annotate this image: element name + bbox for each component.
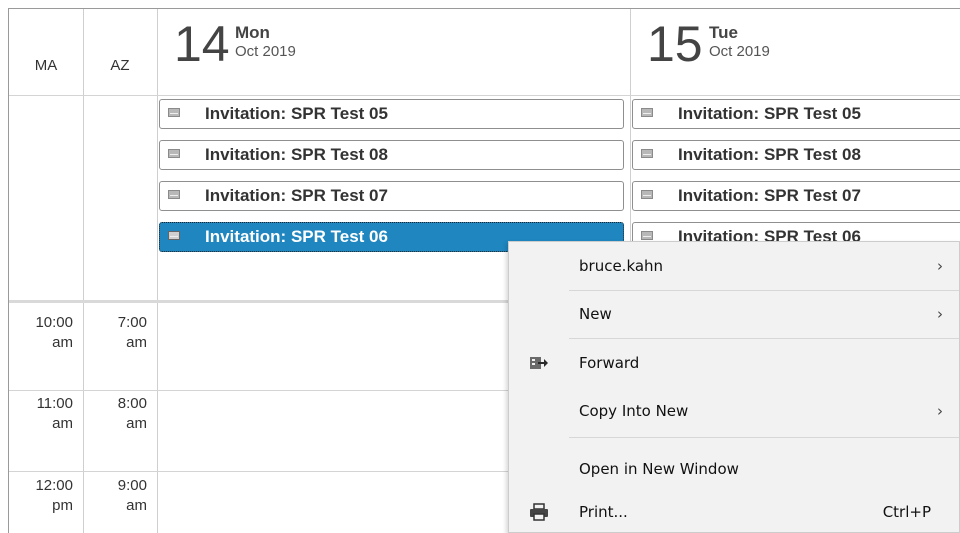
day-name: Mon — [235, 23, 270, 42]
menu-item-label: New — [579, 305, 612, 323]
timezone-label-ma: MA — [34, 57, 58, 74]
column-divider — [157, 9, 158, 533]
menu-item-new[interactable]: New › — [509, 294, 959, 334]
event-label: Invitation: SPR Test 06 — [205, 227, 388, 246]
menu-separator — [569, 290, 959, 291]
mail-icon — [641, 149, 653, 158]
printer-icon — [530, 503, 548, 521]
time-label-az: 8:00 am — [117, 395, 147, 432]
event-monday[interactable]: Invitation: SPR Test 05 — [159, 99, 624, 129]
mail-icon — [168, 190, 180, 199]
forward-icon — [530, 357, 548, 369]
menu-item-label: Copy Into New — [579, 402, 689, 420]
mail-icon — [168, 231, 180, 240]
time-label-ma: 11:00 am — [36, 395, 73, 432]
event-label: Invitation: SPR Test 05 — [205, 104, 388, 123]
menu-item-label: Open in New Window — [579, 460, 739, 478]
day-month: Oct 2019 — [709, 43, 770, 60]
chevron-right-icon: › — [937, 257, 943, 275]
menu-separator — [569, 437, 959, 438]
event-label: Invitation: SPR Test 07 — [205, 186, 388, 205]
time-label-az: 7:00 am — [117, 314, 147, 351]
menu-item-label: Print... — [579, 503, 628, 521]
mail-icon — [168, 149, 180, 158]
menu-item-copy-into-new[interactable]: Copy Into New › — [509, 391, 959, 431]
day-month: Oct 2019 — [235, 43, 296, 60]
mail-icon — [641, 108, 653, 117]
event-label: Invitation: SPR Test 08 — [205, 145, 388, 164]
menu-separator — [569, 338, 959, 339]
chevron-right-icon: › — [937, 305, 943, 323]
context-menu: bruce.kahn › New › Forward Copy Into New… — [508, 241, 960, 533]
day-number: 15 — [647, 16, 703, 72]
time-label-ma: 12:00 pm — [35, 477, 73, 514]
menu-item-print[interactable]: Print... Ctrl+P — [509, 492, 959, 532]
menu-item-open-new-window[interactable]: Open in New Window — [509, 449, 959, 489]
chevron-right-icon: › — [937, 402, 943, 420]
mail-icon — [641, 190, 653, 199]
event-label: Invitation: SPR Test 05 — [678, 104, 861, 123]
timezone-label-az: AZ — [110, 57, 130, 74]
mail-icon — [168, 108, 180, 117]
event-monday[interactable]: Invitation: SPR Test 07 — [159, 181, 624, 211]
event-label: Invitation: SPR Test 07 — [678, 186, 861, 205]
column-divider — [83, 9, 84, 533]
menu-item-label: Forward — [579, 354, 640, 372]
menu-shortcut: Ctrl+P — [882, 503, 931, 521]
header-divider — [9, 95, 960, 96]
event-tuesday[interactable]: Invitation: SPR Test 08 — [632, 140, 960, 170]
event-tuesday[interactable]: Invitation: SPR Test 07 — [632, 181, 960, 211]
menu-item-forward[interactable]: Forward — [509, 343, 959, 383]
event-label: Invitation: SPR Test 08 — [678, 145, 861, 164]
menu-item-label: bruce.kahn — [579, 257, 664, 275]
day-number: 14 — [174, 16, 230, 72]
mail-icon — [641, 231, 653, 240]
time-label-az: 9:00 am — [117, 477, 147, 514]
day-name: Tue — [709, 23, 738, 42]
menu-item-user[interactable]: bruce.kahn › — [509, 246, 959, 286]
time-label-ma: 10:00 am — [35, 314, 73, 351]
event-monday[interactable]: Invitation: SPR Test 08 — [159, 140, 624, 170]
event-tuesday[interactable]: Invitation: SPR Test 05 — [632, 99, 960, 129]
